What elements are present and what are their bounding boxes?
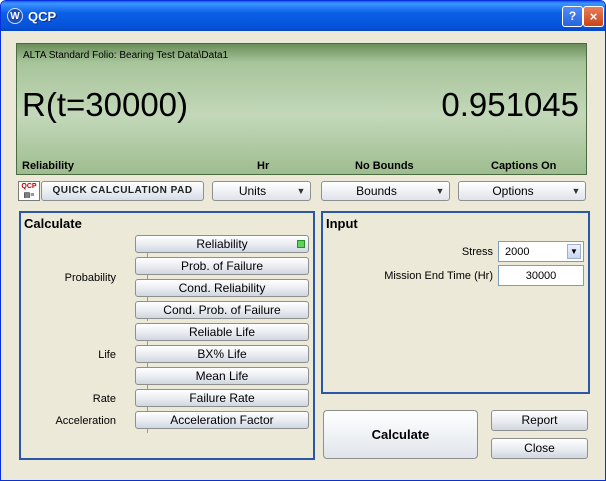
units-label: Units — [238, 184, 267, 198]
chevron-down-icon: ▼ — [571, 186, 581, 196]
caption-units: Hr — [257, 160, 270, 172]
calculate-group: Calculate Probability Life Rate Accelera… — [19, 211, 315, 460]
input-group: Input Stress 2000 ▼ Mission End Time (Hr… — [321, 211, 590, 394]
qcp-window: W QCP ? × ALTA Standard Folio: Bearing T… — [0, 0, 606, 481]
calculate-button[interactable]: Calculate — [323, 410, 478, 459]
close-button[interactable]: Close — [491, 438, 588, 459]
mission-end-time-value: 30000 — [525, 270, 557, 282]
folio-path: ALTA Standard Folio: Bearing Test Data\D… — [23, 50, 229, 61]
window-title: QCP — [28, 9, 57, 24]
quick-calculation-pad-button[interactable]: Quick Calculation Pad — [41, 181, 204, 201]
reliability-button[interactable]: Reliability — [135, 235, 309, 253]
mission-end-time-field[interactable]: 30000 — [498, 265, 584, 286]
prob-of-failure-button[interactable]: Prob. of Failure — [135, 257, 309, 275]
reliable-life-button[interactable]: Reliable Life — [135, 323, 309, 341]
calculate-title: Calculate — [24, 216, 82, 231]
options-label: Options — [492, 184, 534, 198]
units-dropdown[interactable]: Units ▼ — [212, 181, 311, 201]
caption-metric: Reliability — [22, 160, 74, 172]
title-bar: W QCP ? × — [1, 1, 605, 31]
category-acceleration: Acceleration — [55, 415, 116, 427]
app-icon: W — [7, 8, 23, 24]
selected-indicator-icon — [297, 240, 305, 248]
stress-select[interactable]: 2000 ▼ — [498, 241, 584, 262]
mean-life-button[interactable]: Mean Life — [135, 367, 309, 385]
category-life: Life — [98, 349, 116, 361]
category-probability: Probability — [64, 272, 116, 284]
chevron-down-icon: ▼ — [296, 186, 306, 196]
bx-life-button[interactable]: BX% Life — [135, 345, 309, 363]
report-button[interactable]: Report — [491, 410, 588, 431]
category-rate: Rate — [92, 393, 116, 405]
cond-reliability-button[interactable]: Cond. Reliability — [135, 279, 309, 297]
help-button[interactable]: ? — [562, 6, 583, 27]
options-dropdown[interactable]: Options ▼ — [458, 181, 586, 201]
chevron-down-icon: ▼ — [435, 186, 445, 196]
chevron-down-icon: ▼ — [567, 244, 581, 259]
acceleration-factor-button[interactable]: Acceleration Factor — [135, 411, 309, 429]
close-window-button[interactable]: × — [583, 6, 604, 27]
result-expression: R(t=30000) — [22, 86, 189, 123]
stress-label: Stress — [461, 246, 493, 258]
input-title: Input — [326, 216, 358, 231]
failure-rate-button[interactable]: Failure Rate — [135, 389, 309, 407]
bounds-label: Bounds — [356, 184, 397, 198]
caption-captions: Captions On — [491, 160, 557, 172]
qcp-logo-icon: QCP ▤≡ — [18, 181, 40, 201]
cond-prob-of-failure-button[interactable]: Cond. Prob. of Failure — [135, 301, 309, 319]
mission-end-time-label: Mission End Time (Hr) — [384, 270, 493, 282]
result-display: ALTA Standard Folio: Bearing Test Data\D… — [16, 43, 587, 175]
result-value: 0.951045 — [441, 86, 579, 123]
stress-value: 2000 — [505, 246, 530, 258]
caption-bounds: No Bounds — [355, 160, 414, 172]
bounds-dropdown[interactable]: Bounds ▼ — [321, 181, 450, 201]
reliability-label: Reliability — [196, 237, 248, 251]
